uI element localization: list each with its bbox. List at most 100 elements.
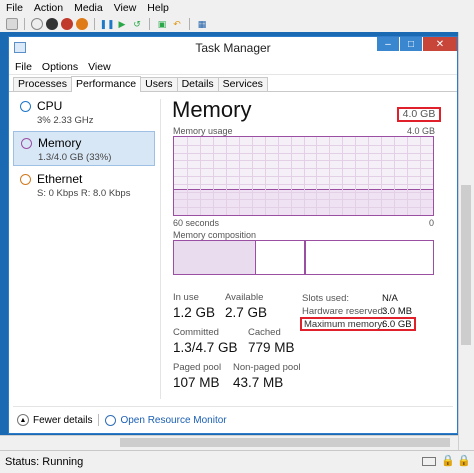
vm-menu-media[interactable]: Media xyxy=(74,2,103,14)
shutdown-icon[interactable] xyxy=(61,18,73,30)
resource-name: Ethernet xyxy=(37,172,83,186)
resource-monitor-icon xyxy=(105,414,117,426)
resume-icon[interactable]: ▶ xyxy=(116,18,128,30)
graph-gridline xyxy=(329,137,331,215)
resource-summary: S: 0 Kbps R: 8.0 Kbps xyxy=(37,188,131,199)
usage-graph-label: Memory usage xyxy=(173,126,233,136)
vertical-scroll-thumb[interactable] xyxy=(461,185,471,345)
graph-gridline xyxy=(290,137,292,215)
graph-gridline xyxy=(199,137,201,215)
menu-options[interactable]: Options xyxy=(42,61,78,73)
detail-title: Memory xyxy=(172,97,252,122)
toolbar-separator xyxy=(189,18,190,30)
horizontal-scroll-thumb[interactable] xyxy=(120,438,450,447)
share-icon[interactable]: ▦ xyxy=(196,18,208,30)
resource-item-memory[interactable]: Memory 1.3/4.0 GB (33%) xyxy=(13,131,155,166)
graph-gridline xyxy=(303,137,305,215)
resource-item-ethernet[interactable]: Ethernet S: 0 Kbps R: 8.0 Kbps xyxy=(13,168,155,202)
resource-summary: 1.3/4.0 GB (33%) xyxy=(38,152,112,163)
memory-indicator-icon xyxy=(21,138,32,149)
task-manager-window: Task Manager – □ ✕ File Options View Pro… xyxy=(8,36,458,434)
keyboard-icon xyxy=(422,457,436,466)
vm-status-bar: Status: Running xyxy=(0,450,474,473)
graph-gridline xyxy=(277,137,279,215)
available-label: Available xyxy=(225,292,264,303)
footer-divider xyxy=(13,406,453,407)
composition-standby xyxy=(305,241,306,274)
cached-value: 779 MB xyxy=(248,340,295,355)
cached-label: Cached xyxy=(248,327,281,338)
menu-file[interactable]: File xyxy=(15,61,32,73)
vm-menu-file[interactable]: File xyxy=(6,2,23,14)
chevron-up-icon[interactable]: ▲ xyxy=(17,414,29,426)
cpu-indicator-icon xyxy=(20,101,31,112)
pause-icon[interactable]: ❚❚ xyxy=(99,18,114,30)
graph-gridline xyxy=(355,137,357,215)
memory-composition-bar xyxy=(173,240,434,275)
in-use-value: 1.2 GB xyxy=(173,305,216,320)
close-icon[interactable]: ✕ xyxy=(423,37,457,51)
power-icon[interactable] xyxy=(76,18,88,30)
maximum-memory-value: 6.0 GB xyxy=(382,319,412,330)
paged-pool-value: 107 MB xyxy=(173,375,220,390)
menu-view[interactable]: View xyxy=(88,61,111,73)
minimize-icon[interactable]: – xyxy=(377,37,399,51)
composition-label: Memory composition xyxy=(173,230,257,240)
committed-value: 1.3/4.7 GB xyxy=(173,340,238,355)
vm-menu-help[interactable]: Help xyxy=(147,2,169,14)
graph-gridline xyxy=(251,137,253,215)
graph-gridline xyxy=(212,137,214,215)
paged-pool-label: Paged pool xyxy=(173,362,222,373)
graph-gridline xyxy=(394,137,396,215)
footer-separator xyxy=(98,414,100,426)
vm-menubar: File Action Media View Help xyxy=(0,0,474,16)
revert-icon[interactable]: ↶ xyxy=(171,18,183,30)
maximize-icon[interactable]: □ xyxy=(400,37,422,51)
toolbar-separator xyxy=(94,18,95,30)
tab-processes[interactable]: Processes xyxy=(13,77,73,91)
graph-time-left: 60 seconds xyxy=(173,218,220,228)
graph-gridline xyxy=(264,137,266,215)
non-paged-pool-value: 43.7 MB xyxy=(233,375,284,390)
vm-status-text: Status: Running xyxy=(5,456,84,468)
vm-menu-view[interactable]: View xyxy=(114,2,137,14)
tab-services[interactable]: Services xyxy=(217,77,268,91)
ethernet-indicator-icon xyxy=(20,174,31,185)
graph-gridline xyxy=(407,137,409,215)
task-manager-menu: File Options View xyxy=(9,59,457,75)
toolbar-separator xyxy=(149,18,150,30)
reset-icon[interactable]: ↺ xyxy=(131,18,143,30)
graph-gridline xyxy=(238,137,240,215)
resource-item-cpu[interactable]: CPU 3% 2.33 GHz xyxy=(13,95,155,129)
open-resource-monitor-link[interactable]: Open Resource Monitor xyxy=(120,415,226,426)
turn-off-icon[interactable] xyxy=(46,18,58,30)
resource-summary: 3% 2.33 GHz xyxy=(37,115,94,126)
vm-toolbar: ❚❚ ▶ ↺ ▣ ↶ ▦ xyxy=(0,16,474,32)
slots-used-value: N/A xyxy=(382,293,398,304)
composition-modified xyxy=(256,241,305,274)
graph-gridline xyxy=(342,137,344,215)
graph-gridline xyxy=(368,137,370,215)
resource-list: CPU 3% 2.33 GHz Memory 1.3/4.0 GB (33%) … xyxy=(13,95,155,204)
tab-users[interactable]: Users xyxy=(140,77,178,91)
tab-strip: Processes Performance Users Details Serv… xyxy=(9,75,457,92)
graph-gridline xyxy=(225,137,227,215)
hardware-reserved-label: Hardware reserved: xyxy=(302,306,386,317)
status-icons: 🔒 🔒 xyxy=(422,454,471,468)
tab-performance[interactable]: Performance xyxy=(71,76,142,92)
maximum-memory-label: Maximum memory: xyxy=(304,319,385,330)
tab-details[interactable]: Details xyxy=(176,77,219,91)
window-controls: – □ ✕ xyxy=(376,37,457,51)
toolbar-separator xyxy=(24,18,25,30)
graph-gridline xyxy=(381,137,383,215)
vm-menu-action[interactable]: Action xyxy=(34,2,63,14)
pane-divider xyxy=(160,99,161,399)
resource-name: CPU xyxy=(37,99,63,113)
ctrl-alt-del-icon[interactable] xyxy=(6,18,18,30)
checkpoint-icon[interactable]: ▣ xyxy=(156,18,168,30)
committed-label: Committed xyxy=(173,327,219,338)
fewer-details-link[interactable]: Fewer details xyxy=(33,415,92,426)
start-icon[interactable] xyxy=(31,18,43,30)
total-memory-highlight: 4.0 GB xyxy=(397,107,441,122)
slots-used-label: Slots used: xyxy=(302,293,349,304)
